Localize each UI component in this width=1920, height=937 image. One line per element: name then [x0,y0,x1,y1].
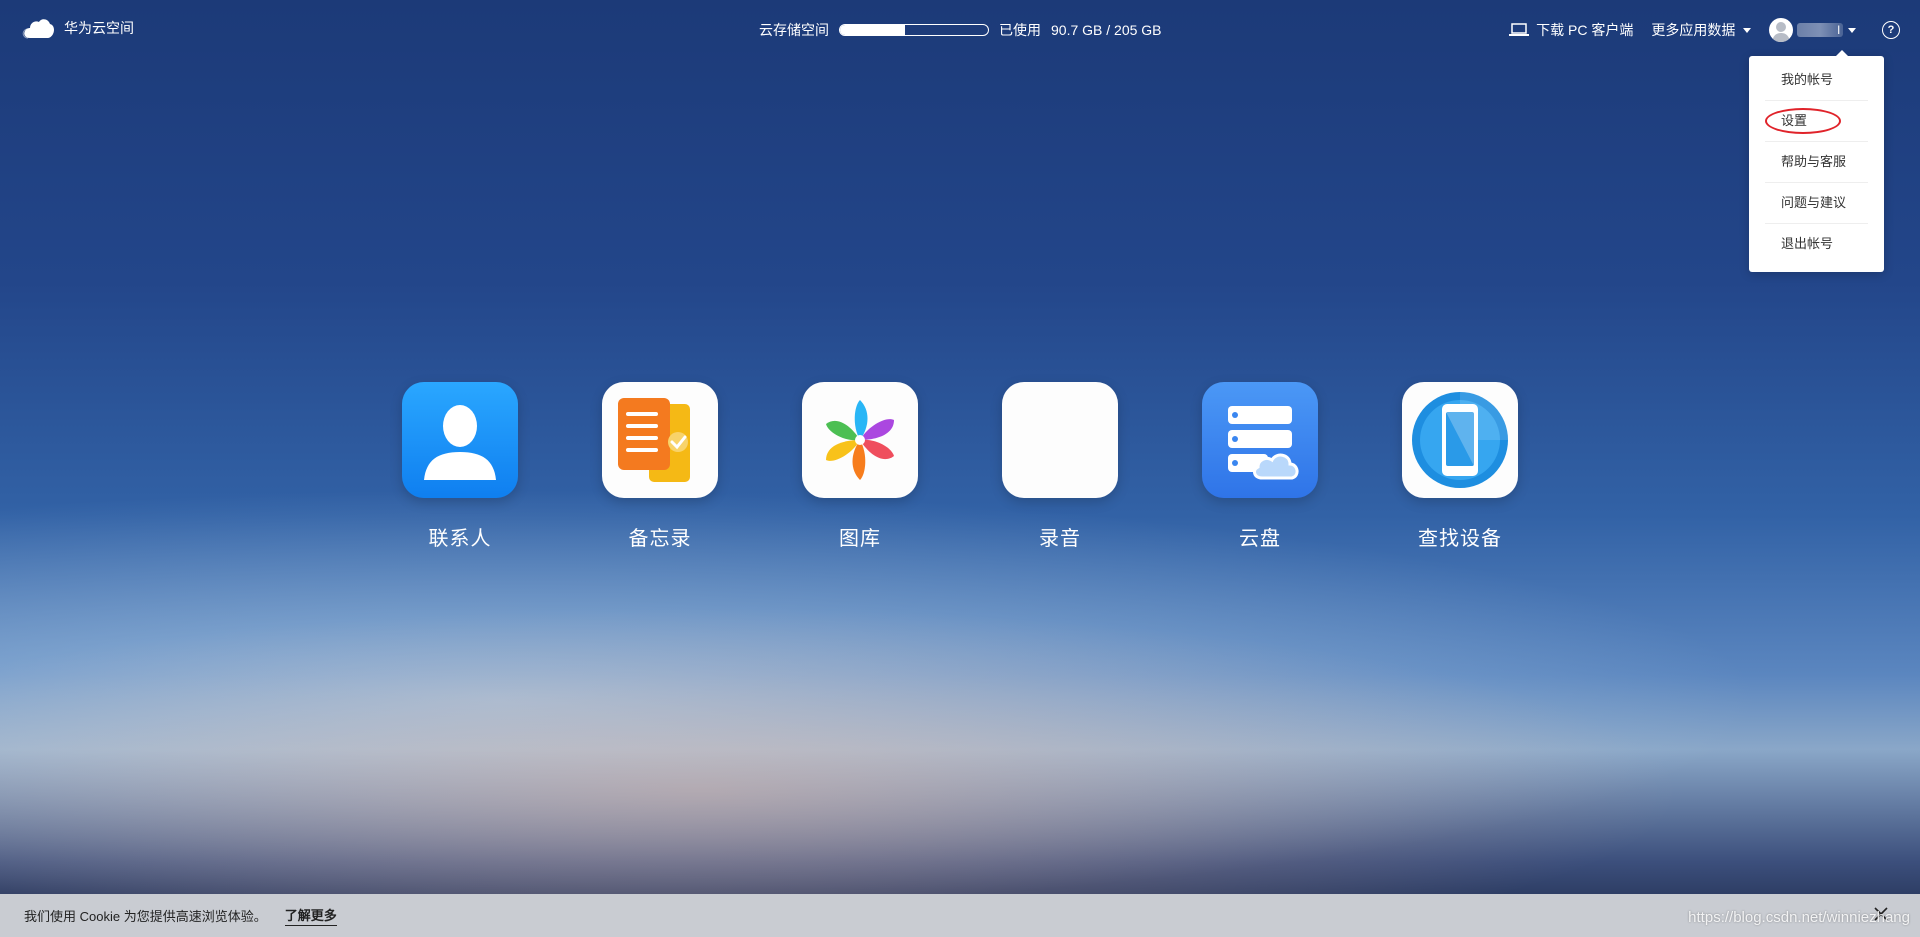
menu-item-label: 我的帐号 [1781,72,1834,87]
menu-item-label: 问题与建议 [1781,195,1847,210]
contacts-icon [402,382,518,498]
avatar [1769,18,1794,42]
app-label: 云盘 [1239,528,1281,550]
more-data-label: 更多应用数据 [1651,22,1736,38]
gallery-icon [802,382,918,498]
user-silhouette-icon [1772,22,1791,42]
app-contacts[interactable]: 联系人 [402,382,518,551]
menu-item-my-account[interactable]: 我的帐号 [1765,60,1868,101]
user-menu-trigger[interactable]: l [1769,18,1856,42]
menu-item-help[interactable]: 帮助与客服 [1765,142,1868,183]
recorder-icon [1002,382,1118,498]
cloud-logo-icon [22,19,54,39]
brand[interactable]: 华为云空间 [22,16,134,40]
app-find-device[interactable]: 查找设备 [1402,382,1518,551]
menu-item-logout[interactable]: 退出帐号 [1765,224,1868,264]
storage-status: 云存储空间 已使用 90.7 GB / 205 GB [759,20,1162,40]
menu-item-settings[interactable]: 设置 [1765,101,1868,142]
storage-label: 云存储空间 [759,22,829,38]
download-pc-label: 下载 PC 客户端 [1536,22,1634,38]
more-data-dropdown[interactable]: 更多应用数据 [1651,20,1752,40]
cloud-drive-icon [1202,382,1318,498]
learn-more-link[interactable]: 了解更多 [284,905,337,926]
notes-icon [602,382,718,498]
chevron-down-icon [1848,27,1856,33]
app-cloud-drive[interactable]: 云盘 [1202,382,1318,551]
app-label: 录音 [1039,528,1081,550]
menu-item-label: 帮助与客服 [1781,154,1847,169]
highlight-circle [1765,108,1841,134]
app-recorder[interactable]: 录音 [1002,382,1118,551]
storage-used-label: 已使用 [999,22,1041,38]
app-grid: 联系人 备忘录 图库 录音 云盘 查找设备 [402,382,1518,551]
menu-item-feedback[interactable]: 问题与建议 [1765,183,1868,224]
download-pc-button[interactable]: 下载 PC 客户端 [1509,20,1633,40]
storage-progress-bar [839,24,989,36]
username: l [1837,23,1840,37]
cookie-text: 我们使用 Cookie 为您提供高速浏览体验。 [24,909,267,924]
app-label: 查找设备 [1418,528,1502,550]
find-device-icon [1402,382,1518,498]
menu-item-label: 退出帐号 [1781,236,1834,251]
app-notes[interactable]: 备忘录 [602,382,718,551]
storage-progress-fill [840,25,906,35]
chevron-down-icon [1743,27,1752,33]
storage-used-value: 90.7 GB / 205 GB [1051,22,1162,38]
top-bar: 华为云空间 云存储空间 已使用 90.7 GB / 205 GB 下载 PC 客… [0,0,1920,60]
app-label: 备忘录 [628,528,692,550]
user-dropdown-menu: 我的帐号 设置 帮助与客服 问题与建议 退出帐号 [1749,50,1884,272]
cookie-banner: 我们使用 Cookie 为您提供高速浏览体验。 了解更多 https://blo… [0,894,1920,937]
app-gallery[interactable]: 图库 [802,382,918,551]
brand-name: 华为云空间 [64,20,134,36]
app-label: 图库 [839,528,881,550]
header-tools: 下载 PC 客户端 更多应用数据 l ? [1491,18,1900,42]
app-label: 联系人 [428,528,492,550]
watermark: https://blog.csdn.net/winniezhang [1688,909,1910,926]
help-icon[interactable]: ? [1882,21,1900,39]
laptop-icon [1509,23,1530,36]
